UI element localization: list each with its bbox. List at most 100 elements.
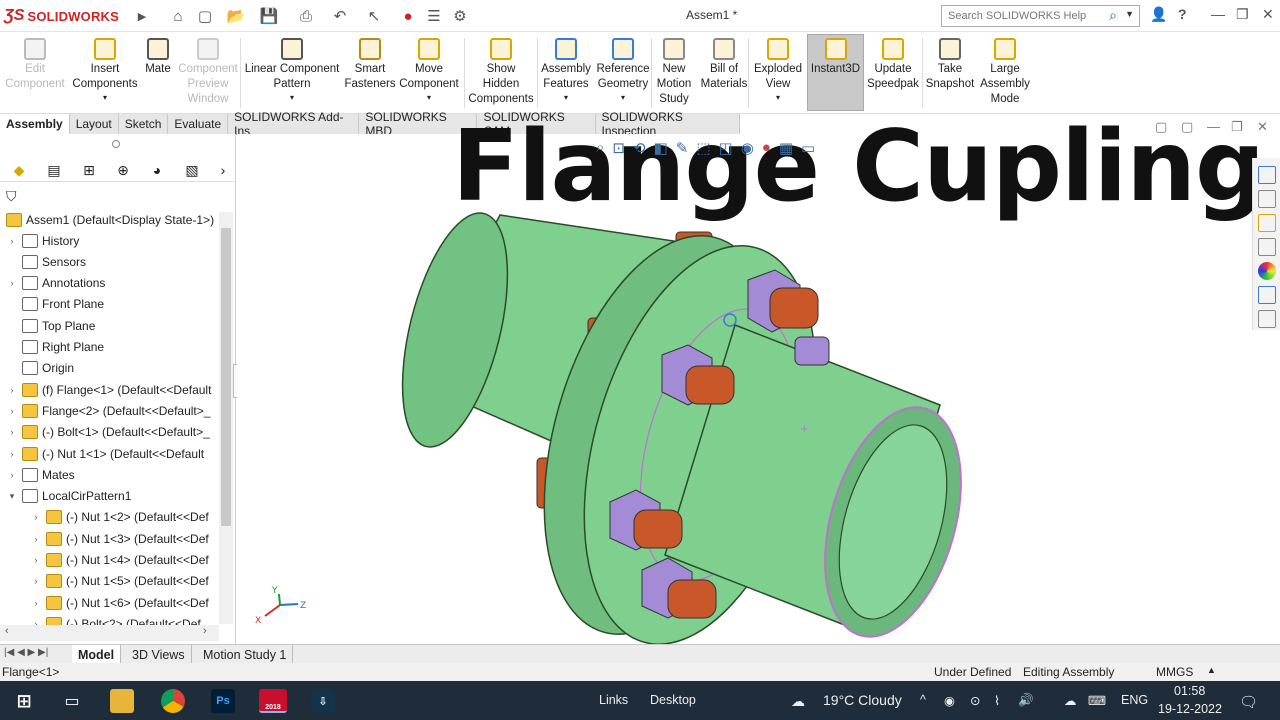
tree-item[interactable]: Sensors [6,251,216,272]
solidworks-resources-icon[interactable] [1258,166,1276,184]
ribbon-button-insert-components[interactable]: Insert Components ▾ [70,38,140,102]
restore-icon[interactable]: ❐ [1236,6,1249,23]
display-style-icon[interactable]: ◰ [719,139,733,157]
command-tab-layout[interactable]: Layout [69,114,119,134]
edit-appearance-icon[interactable]: ● [762,139,771,157]
select-arrow-icon[interactable]: ↖ [364,6,384,26]
dropdown-arrow-icon[interactable]: ▾ [776,93,780,102]
filter-icon[interactable]: ⛉ [6,188,17,205]
tab-3d-views[interactable]: 3D Views [126,645,192,664]
cloud-sync-icon[interactable]: ☁ [1064,693,1077,708]
tree-item[interactable]: › (-) Nut 1<6> (Default<<Def [30,592,216,613]
expand-chevron-icon[interactable]: › [30,555,42,565]
tree-root-assembly[interactable]: Assem1 (Default<Display State-1>) [2,209,218,230]
dropdown-arrow-icon[interactable]: ▾ [290,93,294,102]
dropdown-arrow-icon[interactable]: ▾ [564,93,568,102]
view-orientation-icon[interactable]: ⬚ [696,139,710,157]
heads-up-view-toolbar[interactable]: ⌕ ⊡ ⟲ ◧ ✎ ⬚ ◰ ◉ ● ▦ ▭ [596,139,815,157]
ribbon-button-smart-fasteners[interactable]: Smart Fasteners [344,38,396,92]
minimize-icon[interactable]: — [1211,6,1225,22]
ribbon-button-component-preview-window[interactable]: Component Preview Window [176,38,240,107]
menu-expand-icon[interactable]: ▶ [132,6,152,26]
chevron-down-icon[interactable]: ▼ [1125,9,1134,19]
tree-scroll-thumb[interactable] [221,228,231,526]
file-explorer-icon[interactable] [1258,214,1276,232]
tab-nav-first-icon[interactable]: |◀ ◀ ▶ ▶| [4,647,48,658]
dimxpert-tab-icon[interactable]: ⊕ [112,160,134,180]
ribbon-button-show-hidden-components[interactable]: Show Hidden Components [468,38,534,107]
view-settings-icon[interactable]: ▭ [801,139,815,157]
ribbon-button-bill-of-materials[interactable]: Bill of Materials [700,38,748,92]
expand-chevron-icon[interactable]: › [30,576,42,586]
ribbon-button-linear-component-pattern[interactable]: Linear Component Pattern ▾ [244,38,340,102]
tree-item[interactable]: › (-) Nut 1<1> (Default<<Default [6,443,216,464]
tree-item[interactable]: › (-) Nut 1<4> (Default<<Def [30,550,216,571]
command-tab-assembly[interactable]: Assembly [0,114,70,134]
links-toolbar[interactable]: Links [599,693,628,707]
new-document-icon[interactable]: ▢ [195,6,215,26]
keyboard-icon[interactable]: ⌨ [1088,693,1106,708]
ribbon-button-exploded-view[interactable]: Exploded View ▾ [753,38,803,102]
open-folder-icon[interactable]: 📂 [226,6,246,26]
previous-view-icon[interactable]: ⟲ [633,139,646,157]
tray-camera-icon[interactable]: ⊙ [970,693,980,708]
expand-chevron-icon[interactable]: › [30,512,42,522]
zoom-to-fit-icon[interactable]: ⌕ [596,139,604,157]
expand-chevron-icon[interactable]: › [6,236,18,246]
appearances-icon[interactable] [1258,262,1276,280]
search-help-input[interactable]: Search SOLIDWORKS Help [948,10,1086,22]
tray-overflow-icon[interactable]: ^ [920,693,926,707]
tree-item[interactable]: Origin [6,358,216,379]
ribbon-button-move-component[interactable]: Move Component ▾ [398,38,460,102]
undo-icon[interactable]: ↶ [330,6,350,26]
expand-chevron-icon[interactable]: › [6,278,18,288]
print-icon[interactable]: ⎙ [296,6,316,26]
tree-item[interactable]: Right Plane [6,337,216,358]
user-icon[interactable]: 👤 [1150,6,1167,23]
solidworks-logo[interactable]: ƷS SOLIDWORKS [4,7,119,25]
ribbon-button-edit-component[interactable]: Edit Component [4,38,66,92]
view-palette-icon[interactable] [1258,238,1276,256]
ribbon-button-mate[interactable]: Mate [143,38,173,77]
file-explorer-taskbar-icon[interactable] [110,689,134,713]
expand-chevron-icon[interactable]: › [30,598,42,608]
cam-tab-icon[interactable]: ▧ [181,160,203,180]
zoom-to-area-icon[interactable]: ⊡ [612,139,625,157]
save-icon[interactable]: 💾 [259,6,279,26]
command-tab-solidworks-add-ins[interactable]: SOLIDWORKS Add-Ins [228,110,360,138]
search-icon[interactable]: ⌕ [1109,7,1117,24]
tray-record-icon[interactable]: ◉ [944,693,955,708]
propertymanager-tab-icon[interactable]: ▤ [43,160,65,180]
expand-chevron-icon[interactable]: › [6,427,18,437]
volume-icon[interactable]: 🔊 [1018,693,1034,708]
photoshop-icon[interactable]: Ps [211,689,235,713]
ribbon-button-reference-geometry[interactable]: Reference Geometry ▾ [595,38,651,102]
tab-motion-study[interactable]: Motion Study 1 [197,645,294,664]
desktop-toolbar[interactable]: Desktop [650,693,696,707]
ribbon-button-update-speedpak[interactable]: Update Speedpak [865,38,921,92]
dynamic-annotation-icon[interactable]: ✎ [676,139,689,157]
tree-item[interactable]: › Flange<2> (Default<<Default>_ [6,400,216,421]
units-dropdown-icon[interactable]: ▲ [1207,665,1216,675]
featuremanager-tab-icon[interactable]: ◆ [8,160,30,180]
apply-scene-icon[interactable]: ▦ [779,139,793,157]
dropdown-arrow-icon[interactable]: ▾ [621,93,625,102]
expand-chevron-icon[interactable]: ▾ [6,491,18,502]
language-indicator[interactable]: ENG [1121,693,1148,707]
expand-chevron-icon[interactable]: › [6,385,18,395]
dropdown-arrow-icon[interactable]: ▾ [103,93,107,102]
tree-horizontal-scrollbar[interactable]: ‹ › [0,625,219,641]
tree-item[interactable]: › (-) Nut 1<3> (Default<<Def [30,528,216,549]
viewport-restore-icon[interactable]: ❐ [1231,119,1243,135]
tree-item[interactable]: › History [6,230,216,251]
home-icon[interactable]: ⌂ [168,6,188,26]
ribbon-button-instant3d[interactable]: Instant3D [808,38,863,77]
dropdown-arrow-icon[interactable]: ▾ [427,93,431,102]
clock-time[interactable]: 01:58 [1174,684,1205,698]
ribbon-button-take-snapshot[interactable]: Take Snapshot [925,38,975,92]
task-view-icon[interactable]: ▭ [60,689,84,713]
forum-icon[interactable] [1258,310,1276,328]
expand-chevron-icon[interactable]: › [30,534,42,544]
section-view-icon[interactable]: ◧ [654,139,668,157]
scroll-right-icon[interactable]: › [203,625,207,637]
